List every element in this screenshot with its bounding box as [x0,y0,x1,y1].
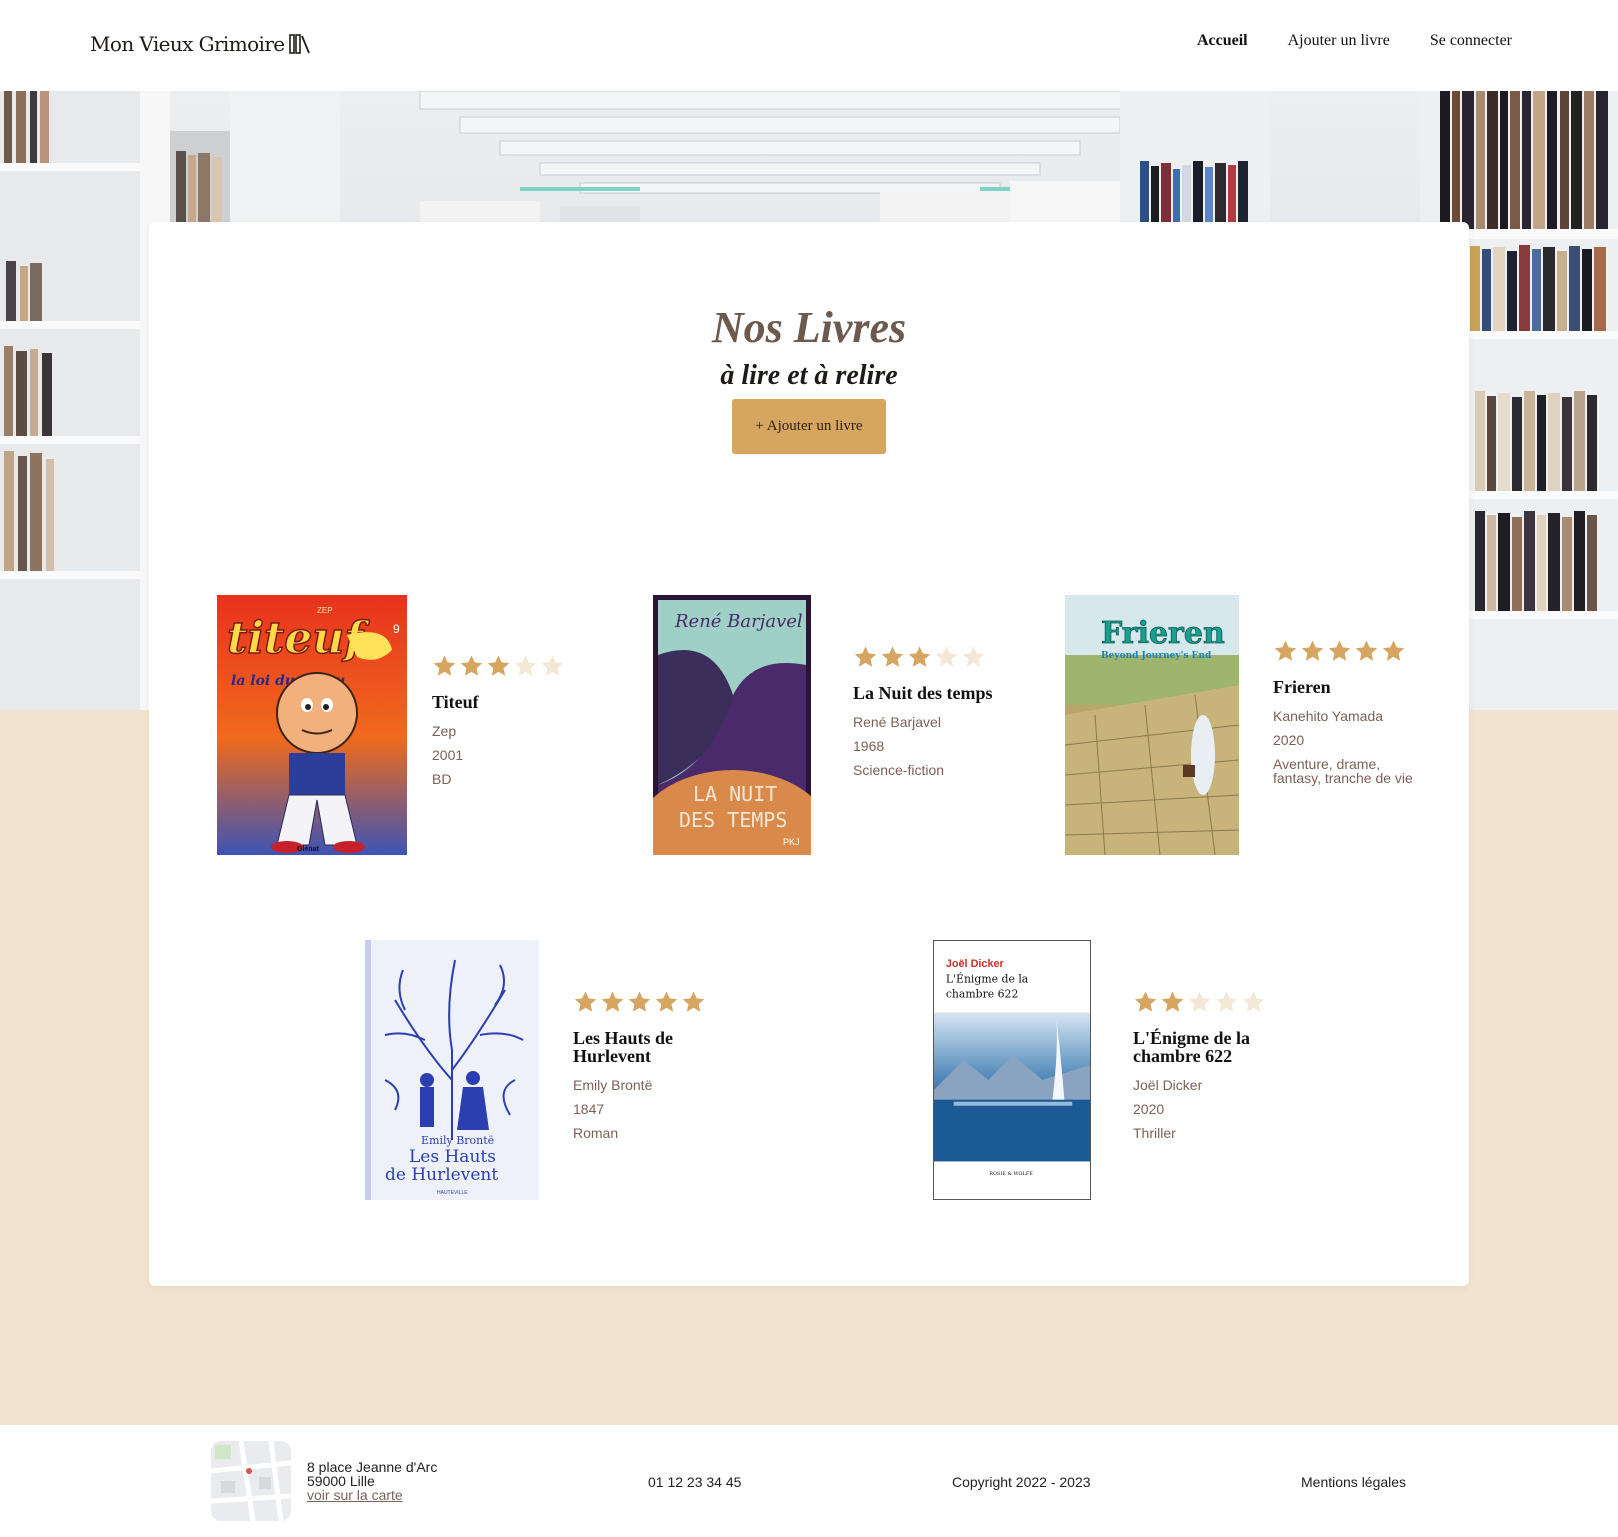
book-author: Joël Dicker [1133,1077,1203,1093]
star-full-icon [655,991,678,1012]
star-full-icon [1134,991,1157,1012]
book-genre: Science-fiction [853,762,945,778]
book-card[interactable]: René Barjavel LA NUIT DES TEMPS PKJ La N… [653,595,1013,857]
nav-ajouter-livre[interactable]: Ajouter un livre [1288,32,1390,50]
book-card[interactable]: Joël Dicker L'Énigme de la chambre 622 R… [933,940,1293,1202]
cover-author: Emily Brontë [421,1134,494,1147]
book-author: Kanehito Yamada [1273,708,1384,724]
footer-copyright: Copyright 2022 - 2023 [952,1474,1091,1490]
star-empty-icon [1215,991,1238,1012]
book-title: L'Énigme de la chambre 622 [1133,1028,1251,1066]
book-cover[interactable]: Emily Brontë Les Hauts de Hurlevent HAUT… [365,940,539,1200]
book-card[interactable]: Frieren Beyond Journey's End Frieren Kan… [1065,595,1425,857]
rating-stars [432,654,582,679]
nav-se-connecter[interactable]: Se connecter [1430,32,1512,50]
map-thumbnail[interactable] [211,1441,291,1521]
book-title: La Nuit des temps [853,683,993,703]
star-full-icon [1355,640,1378,661]
cover-tome: 9 [393,622,400,636]
star-full-icon [460,655,483,676]
rating-stars [573,990,723,1015]
cover-line2: de Hurlevent [385,1165,498,1185]
site-header: Mon Vieux Grimoire Accueil Ajouter un li… [0,0,1618,91]
cover-name: Frieren [1101,616,1225,651]
book-cover[interactable]: ZEP titeuf 9 la loi du préau Glénat [217,595,407,855]
cover-publisher: Glénat [297,846,319,853]
book-year: 1847 [573,1101,605,1117]
cover-author: René Barjavel [674,611,803,632]
add-book-button[interactable]: + Ajouter un livre [732,399,886,454]
star-full-icon [1274,640,1297,661]
star-full-icon [433,655,456,676]
book-card[interactable]: ZEP titeuf 9 la loi du préau Glénat Tite… [217,595,577,857]
book-cover[interactable]: Frieren Beyond Journey's End [1065,595,1239,855]
book-genre: Roman [573,1125,619,1141]
cover-line1: LA NUIT [693,782,777,806]
star-empty-icon [514,655,537,676]
star-full-icon [628,991,651,1012]
rating-stars [1133,990,1283,1015]
book-card[interactable]: Emily Brontë Les Hauts de Hurlevent HAUT… [365,940,725,1202]
book-year: 2020 [1273,732,1305,748]
page-title: Nos Livres [711,303,907,352]
address-line1: 8 place Jeanne d'Arc [307,1459,438,1475]
books-card: Nos Livres à lire et à relire + Ajouter … [149,222,1469,1286]
footer-phone: 01 12 23 34 45 [648,1474,742,1490]
star-full-icon [1382,640,1405,661]
star-full-icon [601,991,624,1012]
book-year: 2001 [432,747,464,763]
book-genre: Thriller [1133,1125,1176,1141]
star-empty-icon [1242,991,1265,1012]
book-year: 2020 [1133,1101,1165,1117]
address-line2: 59000 Lille [307,1473,375,1489]
star-full-icon [487,655,510,676]
star-empty-icon [935,646,958,667]
site-logo[interactable]: Mon Vieux Grimoire [90,32,311,56]
cover-line1: Les Hauts [409,1147,496,1167]
cover-publisher: PKJ [783,837,800,847]
cover-author: Joël Dicker [946,958,1005,970]
star-full-icon [854,646,877,667]
book-cover[interactable]: Joël Dicker L'Énigme de la chambre 622 R… [933,940,1091,1200]
star-empty-icon [541,655,564,676]
star-full-icon [574,991,597,1012]
legal-mentions-link[interactable]: Mentions légales [1301,1474,1406,1490]
book-year: 1968 [853,738,885,754]
star-empty-icon [1188,991,1211,1012]
star-full-icon [1161,991,1184,1012]
cover-line2: chambre 622 [946,988,1019,1001]
star-full-icon [908,646,931,667]
cover-line1: L'Énigme de la [946,972,1029,986]
book-genre: BD [432,771,452,787]
logo-text: Mon Vieux Grimoire [90,32,285,56]
star-empty-icon [962,646,985,667]
star-full-icon [1328,640,1351,661]
rating-stars [853,645,1003,670]
rating-stars [1273,639,1413,664]
map-link[interactable]: voir sur la carte [307,1487,403,1503]
book-author: Emily Brontë [573,1077,653,1093]
book-title: Titeuf [432,692,479,712]
footer-address: 8 place Jeanne d'Arc 59000 Lille voir su… [307,1460,437,1502]
site-footer: 8 place Jeanne d'Arc 59000 Lille voir su… [0,1425,1618,1537]
book-cover[interactable]: René Barjavel LA NUIT DES TEMPS PKJ [653,595,811,855]
star-full-icon [881,646,904,667]
book-author: Zep [432,723,457,739]
books-logo-icon [288,34,310,54]
star-full-icon [682,991,705,1012]
book-title: Frieren [1273,677,1331,697]
cover-publisher: HAUTEVILLE [437,1190,468,1196]
cover-subtitle: Beyond Journey's End [1101,651,1212,661]
book-genre: Aventure, drame, fantasy, tranche de vie [1273,756,1413,786]
book-author: René Barjavel [853,714,941,730]
nav-accueil[interactable]: Accueil [1197,32,1248,50]
main-nav: Accueil Ajouter un livre Se connecter [1197,32,1512,50]
cover-publisher: ROSIE & WOLFE [989,1171,1033,1177]
cover-line2: DES TEMPS [679,808,787,832]
page-subtitle: à lire et à relire [720,360,898,391]
book-title: Les Hauts de Hurlevent [573,1028,674,1066]
star-full-icon [1301,640,1324,661]
